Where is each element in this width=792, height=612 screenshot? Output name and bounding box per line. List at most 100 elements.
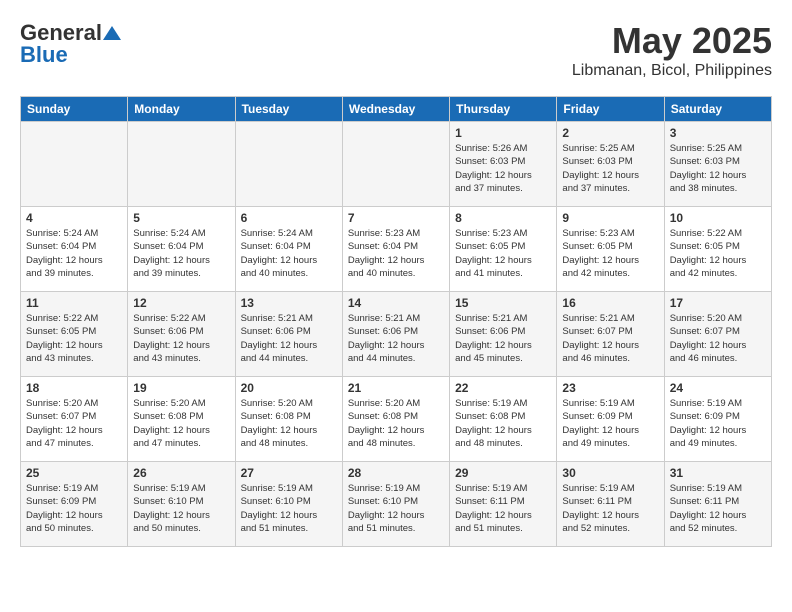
day-number: 2	[562, 126, 658, 140]
column-header-saturday: Saturday	[664, 97, 771, 122]
day-info: Sunrise: 5:21 AM Sunset: 6:07 PM Dayligh…	[562, 312, 658, 365]
calendar-cell: 1Sunrise: 5:26 AM Sunset: 6:03 PM Daylig…	[450, 122, 557, 207]
calendar-cell	[235, 122, 342, 207]
day-number: 11	[26, 296, 122, 310]
day-info: Sunrise: 5:23 AM Sunset: 6:05 PM Dayligh…	[562, 227, 658, 280]
day-info: Sunrise: 5:19 AM Sunset: 6:10 PM Dayligh…	[241, 482, 337, 535]
column-header-sunday: Sunday	[21, 97, 128, 122]
logo: General Blue	[20, 20, 122, 68]
calendar-cell	[128, 122, 235, 207]
day-number: 26	[133, 466, 229, 480]
column-header-friday: Friday	[557, 97, 664, 122]
day-info: Sunrise: 5:21 AM Sunset: 6:06 PM Dayligh…	[348, 312, 444, 365]
day-number: 21	[348, 381, 444, 395]
day-number: 27	[241, 466, 337, 480]
calendar-cell: 12 Sunrise: 5:22 AM Sunset: 6:06 PM Dayli…	[128, 292, 235, 377]
day-number: 19	[133, 381, 229, 395]
day-number: 20	[241, 381, 337, 395]
day-number: 28	[348, 466, 444, 480]
logo-blue: Blue	[20, 42, 68, 68]
day-number: 18	[26, 381, 122, 395]
calendar-cell: 19Sunrise: 5:20 AM Sunset: 6:08 PM Dayli…	[128, 377, 235, 462]
calendar-cell	[342, 122, 449, 207]
calendar-cell: 25 Sunrise: 5:19 AM Sunset: 6:09 PM Dayli…	[21, 462, 128, 547]
day-number: 23	[562, 381, 658, 395]
calendar-cell: 26 Sunrise: 5:19 AM Sunset: 6:10 PM Dayli…	[128, 462, 235, 547]
calendar-cell: 20 Sunrise: 5:20 AM Sunset: 6:08 PM Dayli…	[235, 377, 342, 462]
calendar-cell: 18Sunrise: 5:20 AM Sunset: 6:07 PM Dayli…	[21, 377, 128, 462]
day-info: Sunrise: 5:19 AM Sunset: 6:10 PM Dayligh…	[348, 482, 444, 535]
day-number: 12	[133, 296, 229, 310]
day-info: Sunrise: 5:19 AM Sunset: 6:11 PM Dayligh…	[562, 482, 658, 535]
calendar-cell: 17 Sunrise: 5:20 AM Sunset: 6:07 PM Dayli…	[664, 292, 771, 377]
day-info: Sunrise: 5:21 AM Sunset: 6:06 PM Dayligh…	[455, 312, 551, 365]
day-number: 3	[670, 126, 766, 140]
day-info: Sunrise: 5:19 AM Sunset: 6:11 PM Dayligh…	[670, 482, 766, 535]
day-info: Sunrise: 5:19 AM Sunset: 6:09 PM Dayligh…	[26, 482, 122, 535]
calendar-cell: 7 Sunrise: 5:23 AM Sunset: 6:04 PM Daylig…	[342, 207, 449, 292]
column-header-thursday: Thursday	[450, 97, 557, 122]
day-info: Sunrise: 5:23 AM Sunset: 6:05 PM Dayligh…	[455, 227, 551, 280]
day-number: 1	[455, 126, 551, 140]
calendar-cell: 21 Sunrise: 5:20 AM Sunset: 6:08 PM Dayli…	[342, 377, 449, 462]
calendar-cell: 24 Sunrise: 5:19 AM Sunset: 6:09 PM Dayli…	[664, 377, 771, 462]
calendar-cell: 10Sunrise: 5:22 AM Sunset: 6:05 PM Dayli…	[664, 207, 771, 292]
calendar-table: SundayMondayTuesdayWednesdayThursdayFrid…	[20, 96, 772, 547]
day-number: 15	[455, 296, 551, 310]
day-number: 24	[670, 381, 766, 395]
day-number: 5	[133, 211, 229, 225]
calendar-cell: 11 Sunrise: 5:22 AM Sunset: 6:05 PM Dayli…	[21, 292, 128, 377]
calendar-cell: 9 Sunrise: 5:23 AM Sunset: 6:05 PM Daylig…	[557, 207, 664, 292]
day-number: 17	[670, 296, 766, 310]
day-number: 13	[241, 296, 337, 310]
month-title: May 2025	[572, 20, 772, 62]
day-number: 6	[241, 211, 337, 225]
day-info: Sunrise: 5:24 AM Sunset: 6:04 PM Dayligh…	[133, 227, 229, 280]
header-row: SundayMondayTuesdayWednesdayThursdayFrid…	[21, 97, 772, 122]
day-info: Sunrise: 5:19 AM Sunset: 6:09 PM Dayligh…	[562, 397, 658, 450]
page-header: General Blue May 2025 Libmanan, Bicol, P…	[20, 20, 772, 80]
day-number: 22	[455, 381, 551, 395]
calendar-week-3: 11 Sunrise: 5:22 AM Sunset: 6:05 PM Dayli…	[21, 292, 772, 377]
logo-triangle-icon	[103, 24, 121, 42]
day-info: Sunrise: 5:25 AM Sunset: 6:03 PM Dayligh…	[562, 142, 658, 195]
calendar-cell: 13 Sunrise: 5:21 AM Sunset: 6:06 PM Dayli…	[235, 292, 342, 377]
day-number: 9	[562, 211, 658, 225]
day-info: Sunrise: 5:22 AM Sunset: 6:06 PM Dayligh…	[133, 312, 229, 365]
calendar-cell	[21, 122, 128, 207]
day-number: 7	[348, 211, 444, 225]
day-info: Sunrise: 5:24 AM Sunset: 6:04 PM Dayligh…	[26, 227, 122, 280]
calendar-cell: 2 Sunrise: 5:25 AM Sunset: 6:03 PM Daylig…	[557, 122, 664, 207]
calendar-cell: 30 Sunrise: 5:19 AM Sunset: 6:11 PM Dayli…	[557, 462, 664, 547]
calendar-cell: 14Sunrise: 5:21 AM Sunset: 6:06 PM Dayli…	[342, 292, 449, 377]
day-info: Sunrise: 5:25 AM Sunset: 6:03 PM Dayligh…	[670, 142, 766, 195]
calendar-cell: 28 Sunrise: 5:19 AM Sunset: 6:10 PM Dayli…	[342, 462, 449, 547]
calendar-cell: 4 Sunrise: 5:24 AM Sunset: 6:04 PM Daylig…	[21, 207, 128, 292]
day-info: Sunrise: 5:20 AM Sunset: 6:08 PM Dayligh…	[241, 397, 337, 450]
day-info: Sunrise: 5:21 AM Sunset: 6:06 PM Dayligh…	[241, 312, 337, 365]
calendar-week-5: 25 Sunrise: 5:19 AM Sunset: 6:09 PM Dayli…	[21, 462, 772, 547]
day-info: Sunrise: 5:19 AM Sunset: 6:08 PM Dayligh…	[455, 397, 551, 450]
day-info: Sunrise: 5:22 AM Sunset: 6:05 PM Dayligh…	[26, 312, 122, 365]
day-number: 4	[26, 211, 122, 225]
day-number: 31	[670, 466, 766, 480]
day-info: Sunrise: 5:20 AM Sunset: 6:08 PM Dayligh…	[348, 397, 444, 450]
calendar-cell: 29 Sunrise: 5:19 AM Sunset: 6:11 PM Dayli…	[450, 462, 557, 547]
calendar-cell: 31 Sunrise: 5:19 AM Sunset: 6:11 PM Dayli…	[664, 462, 771, 547]
day-info: Sunrise: 5:19 AM Sunset: 6:10 PM Dayligh…	[133, 482, 229, 535]
column-header-monday: Monday	[128, 97, 235, 122]
column-header-tuesday: Tuesday	[235, 97, 342, 122]
day-info: Sunrise: 5:19 AM Sunset: 6:11 PM Dayligh…	[455, 482, 551, 535]
day-info: Sunrise: 5:19 AM Sunset: 6:09 PM Dayligh…	[670, 397, 766, 450]
day-number: 30	[562, 466, 658, 480]
calendar-cell: 3 Sunrise: 5:25 AM Sunset: 6:03 PM Daylig…	[664, 122, 771, 207]
calendar-week-4: 18Sunrise: 5:20 AM Sunset: 6:07 PM Dayli…	[21, 377, 772, 462]
day-number: 8	[455, 211, 551, 225]
day-number: 29	[455, 466, 551, 480]
day-number: 25	[26, 466, 122, 480]
day-info: Sunrise: 5:23 AM Sunset: 6:04 PM Dayligh…	[348, 227, 444, 280]
day-info: Sunrise: 5:22 AM Sunset: 6:05 PM Dayligh…	[670, 227, 766, 280]
calendar-cell: 16Sunrise: 5:21 AM Sunset: 6:07 PM Dayli…	[557, 292, 664, 377]
calendar-cell: 23 Sunrise: 5:19 AM Sunset: 6:09 PM Dayli…	[557, 377, 664, 462]
day-info: Sunrise: 5:20 AM Sunset: 6:07 PM Dayligh…	[670, 312, 766, 365]
